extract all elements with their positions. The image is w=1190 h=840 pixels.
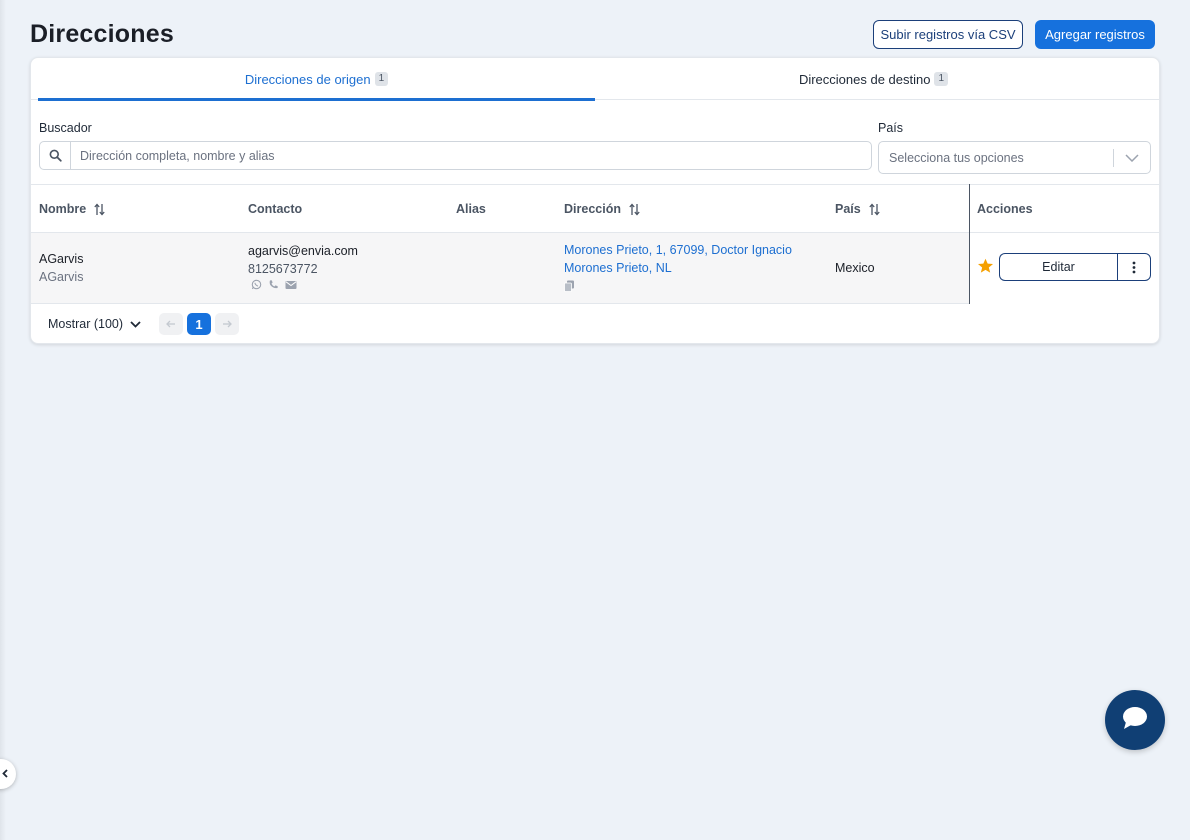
tab-destination-label: Direcciones de destino xyxy=(798,71,931,87)
search-box xyxy=(39,141,872,170)
search-input[interactable] xyxy=(71,142,871,169)
column-header-alias: Alias xyxy=(456,202,486,216)
edit-button[interactable]: Editar xyxy=(999,253,1117,281)
row-phone: 8125673772 xyxy=(248,262,318,276)
column-header-country-label: País xyxy=(835,202,861,216)
page-size-select[interactable]: Mostrar (100) xyxy=(48,314,141,334)
chat-icon xyxy=(1121,705,1149,736)
chevron-down-icon xyxy=(130,317,141,331)
column-header-actions: Acciones xyxy=(977,202,1033,216)
phone-icon[interactable] xyxy=(268,279,279,293)
sort-icon[interactable] xyxy=(94,203,105,216)
chevron-down-icon[interactable] xyxy=(1114,153,1150,162)
upload-csv-button[interactable]: Subir registros vía CSV xyxy=(873,20,1023,49)
row-name: AGarvis xyxy=(39,252,84,266)
page-size-label: Mostrar (100) xyxy=(48,317,124,331)
country-label: País xyxy=(878,121,904,135)
whatsapp-icon[interactable] xyxy=(251,279,262,293)
tab-origin-count: 1 xyxy=(374,72,389,86)
chevron-left-icon xyxy=(2,765,8,783)
tab-destination-count: 1 xyxy=(934,72,949,86)
row-company: AGarvis xyxy=(39,270,84,284)
column-header-name-label: Nombre xyxy=(39,202,87,216)
row-email: agarvis@envia.com xyxy=(248,244,358,258)
page-title: Direcciones xyxy=(30,20,174,48)
column-header-address: Dirección xyxy=(564,185,640,233)
country-select-placeholder: Selecciona tus opciones xyxy=(889,150,1024,165)
sort-icon[interactable] xyxy=(629,203,640,216)
mail-icon[interactable] xyxy=(285,279,297,293)
tab-destination-addresses[interactable]: Direcciones de destino 1 xyxy=(595,58,1152,100)
column-header-name: Nombre xyxy=(39,185,105,233)
tab-origin-addresses[interactable]: Direcciones de origen 1 xyxy=(38,58,595,101)
search-icon xyxy=(40,142,71,169)
row-country: Mexico xyxy=(835,261,875,275)
sort-icon[interactable] xyxy=(869,203,880,216)
actions-column-divider xyxy=(969,184,970,304)
column-header-country: País xyxy=(835,185,880,233)
left-edge-shadow xyxy=(0,0,6,840)
add-records-button[interactable]: Agregar registros xyxy=(1035,20,1155,49)
contact-icons xyxy=(251,279,297,293)
tabs-bar: Direcciones de origen 1 Direcciones de d… xyxy=(31,58,1159,101)
star-icon[interactable] xyxy=(977,258,994,277)
tab-origin-label: Direcciones de origen xyxy=(244,71,371,87)
row-address-link[interactable]: Morones Prieto, 1, 67099, Doctor Ignacio… xyxy=(564,241,822,277)
page-button-current[interactable]: 1 xyxy=(187,313,211,335)
table-footer: Mostrar (100) 1 xyxy=(31,304,1159,344)
addresses-card: Direcciones de origen 1 Direcciones de d… xyxy=(30,57,1160,344)
column-header-address-label: Dirección xyxy=(564,202,621,216)
search-label: Buscador xyxy=(39,121,92,135)
more-vertical-icon[interactable] xyxy=(1117,253,1151,281)
table-header: Nombre Contacto Alias Dirección País Acc… xyxy=(31,184,1159,233)
chat-button[interactable] xyxy=(1105,690,1165,750)
copy-icon[interactable] xyxy=(564,280,575,295)
column-header-contact: Contacto xyxy=(248,202,303,216)
arrow-left-icon[interactable] xyxy=(159,313,183,335)
arrow-right-icon[interactable] xyxy=(215,313,239,335)
country-select[interactable]: Selecciona tus opciones xyxy=(878,141,1151,174)
sidebar-collapse-handle[interactable] xyxy=(0,759,16,789)
